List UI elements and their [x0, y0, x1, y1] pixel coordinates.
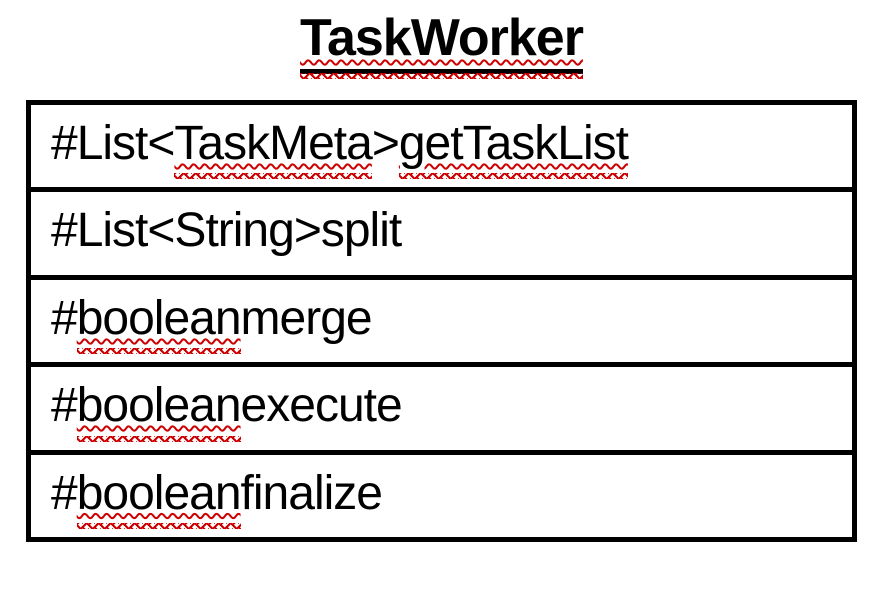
- op-prefix: #: [51, 469, 77, 519]
- uml-class-diagram: TaskWorker #List<TaskMeta> getTaskList #…: [0, 0, 883, 542]
- op-name: split: [321, 206, 401, 256]
- op-prefix: #: [51, 294, 77, 344]
- op-prefix: #List<String>: [51, 206, 321, 256]
- op-type: TaskMeta: [174, 119, 371, 169]
- op-after-type: >: [372, 119, 399, 169]
- class-title: TaskWorker: [26, 8, 857, 74]
- operation-row: #boolean finalize: [31, 455, 852, 537]
- op-name: execute: [241, 381, 402, 431]
- operation-row: #boolean execute: [31, 367, 852, 454]
- operation-row: #List<TaskMeta> getTaskList: [31, 105, 852, 192]
- op-type: boolean: [77, 381, 241, 431]
- op-type: boolean: [77, 294, 241, 344]
- operations-compartment: #List<TaskMeta> getTaskList #List<String…: [26, 100, 857, 542]
- op-type: boolean: [77, 469, 241, 519]
- op-name: merge: [241, 294, 372, 344]
- operation-row: #boolean merge: [31, 280, 852, 367]
- op-name: finalize: [241, 469, 382, 519]
- op-prefix: #List<: [51, 119, 174, 169]
- operation-row: #List<String> split: [31, 192, 852, 279]
- op-name: getTaskList: [399, 119, 628, 169]
- op-prefix: #: [51, 381, 77, 431]
- class-name: TaskWorker: [300, 8, 583, 74]
